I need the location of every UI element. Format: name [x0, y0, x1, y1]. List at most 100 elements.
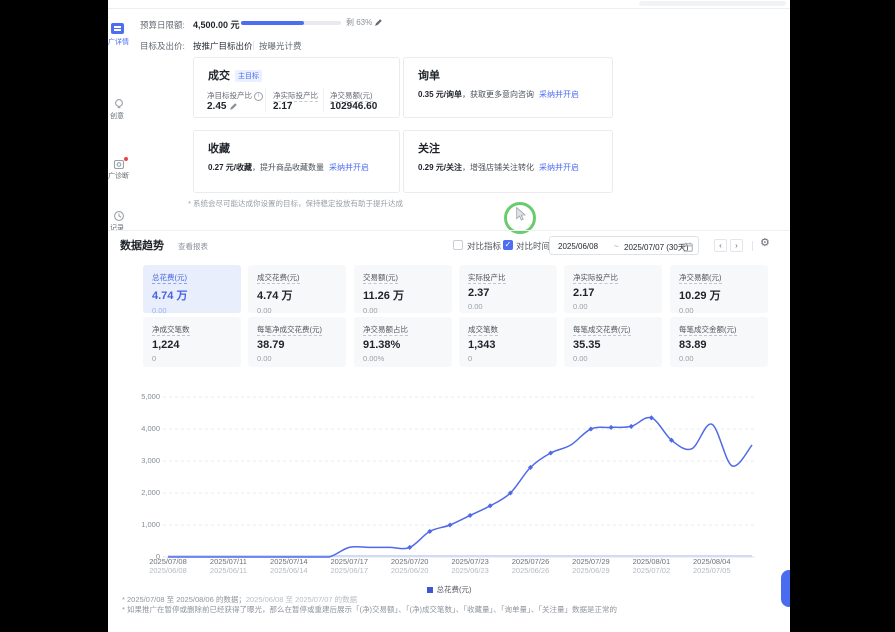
x-tick-label-compare: 2025/06/17 [317, 566, 381, 575]
x-tick-label-primary: 2025/07/29 [559, 557, 623, 566]
goal-card-title: 询单 [418, 67, 440, 83]
goal-card-inquiry: 询单 0.35 元/询单，获取更多意向咨询采纳并开启 [403, 57, 613, 118]
goal-note: * 系统会尽可能达成你设置的目标，保持稳定投放有助于提升达成 [188, 198, 403, 209]
legend-label: 总花费(元) [437, 585, 472, 594]
metric-card-orders[interactable]: 成交笔数1,3430 [459, 317, 557, 367]
y-tick-label: 4,000 [110, 424, 160, 433]
goal-card-favorite: 收藏 0.27 元/收藏，提升商品收藏数量采纳并开启 [193, 130, 400, 193]
bid-option-exposure[interactable]: 按曝光计费 [259, 40, 302, 52]
metric-card-net-gmv[interactable]: 净交易额(元)10.29 万0.00 [670, 265, 768, 313]
x-tick-label-compare: 2025/06/23 [438, 566, 502, 575]
date-start: 2025/06/08 [558, 242, 598, 251]
data-point-marker [609, 425, 614, 430]
data-point-marker [629, 424, 634, 429]
metric-card-net-gmv-ratio[interactable]: 净交易额占比91.38%0.00% [354, 317, 452, 367]
legend-marker [427, 587, 433, 593]
x-tick-label-primary: 2025/07/23 [438, 557, 502, 566]
sidebar-item-label: 记录 [110, 223, 124, 233]
prev-period-button[interactable]: ‹ [714, 239, 727, 252]
sidebar-item-history[interactable]: 记录 [108, 104, 138, 130]
data-point-marker [508, 490, 513, 495]
stat-divider [265, 88, 266, 112]
goal-card-title: 成交主目标 [208, 67, 262, 83]
data-point-marker [468, 513, 473, 518]
goal-card-deal: 成交主目标 净目标投产比i 2.45 净实际投产比 2.17 净交易额(元) 1… [193, 57, 400, 118]
data-point-marker [548, 450, 553, 455]
data-point-marker [669, 438, 674, 443]
x-tick-label-primary: 2025/07/08 [136, 557, 200, 566]
metric-card-deal-cost[interactable]: 成交花费(元)4.74 万0.00 [248, 265, 346, 313]
history-icon [113, 210, 125, 222]
metric-card-net-orders[interactable]: 净成交笔数1,2240 [143, 317, 241, 367]
next-period-button[interactable]: › [730, 239, 743, 252]
metric-card-actual-roi[interactable]: 实际投产比2.370.00 [459, 265, 557, 313]
x-tick-label-compare: 2025/07/05 [680, 566, 744, 575]
floating-side-button[interactable] [781, 570, 790, 607]
stat-divider [323, 88, 324, 112]
data-point-marker [528, 465, 533, 470]
date-separator: ~ [614, 242, 619, 251]
date-end: 2025/07/07 (30天) [624, 242, 689, 253]
budget-label: 预算日限额: [140, 19, 185, 31]
budget-progress-bar [241, 21, 341, 25]
y-tick-label: 3,000 [110, 456, 160, 465]
goal-card-title: 收藏 [208, 140, 230, 156]
sidebar-item-detail[interactable]: 广详情 [108, 10, 138, 36]
date-range-input[interactable]: 2025/06/08 ~ 2025/07/07 (30天) [549, 236, 699, 255]
budget-remaining: 剩 63% [346, 17, 383, 28]
metric-card-net-actual-roi[interactable]: 净实际投产比2.170.00 [564, 265, 662, 313]
calendar-icon [683, 242, 693, 252]
detail-icon [111, 23, 124, 34]
view-report-link[interactable]: 查看报表 [178, 241, 208, 252]
metric-card-amount-per-order[interactable]: 每笔成交金额(元)83.890.00 [670, 317, 768, 367]
budget-value: 4,500.00 元 [193, 18, 240, 31]
edit-pencil-icon[interactable] [374, 18, 383, 27]
adopt-enable-link[interactable]: 采纳并开启 [539, 163, 579, 172]
sidebar-item-diagnosis[interactable]: 广诊断 [108, 78, 138, 104]
sidebar-item-creative[interactable]: 创意 [108, 48, 138, 74]
adopt-enable-link[interactable]: 采纳并开启 [539, 90, 579, 99]
footnote-disclaimer: * 如果推广在暂停或删除前已经获得了曝光，那么在暂停或重建后展示「(净)交易额」… [122, 604, 617, 615]
x-tick-label-compare: 2025/06/11 [196, 566, 260, 575]
info-icon[interactable]: i [254, 92, 263, 101]
topbar-divider [108, 8, 790, 9]
metric-card-cost-per-order[interactable]: 每笔成交花费(元)35.350.00 [564, 317, 662, 367]
x-tick-label-primary: 2025/07/17 [317, 557, 381, 566]
goal-card-desc: 0.35 元/询单，获取更多意向咨询采纳并开启 [418, 89, 579, 100]
compare-metric-label[interactable]: 对比指标 [467, 240, 501, 252]
x-tick-label-compare: 2025/06/26 [499, 566, 563, 575]
bid-option-target[interactable]: 按推广目标出价 [193, 40, 253, 52]
toolbar-pill [639, 1, 786, 6]
toolbar-divider [752, 241, 753, 251]
compare-time-label[interactable]: 对比时间 [516, 240, 550, 252]
gear-icon[interactable]: ⚙ [760, 236, 770, 249]
compare-time-checkbox[interactable]: ✓ [503, 240, 513, 250]
x-tick-label-compare: 2025/07/02 [619, 566, 683, 575]
x-tick-label-primary: 2025/07/11 [196, 557, 260, 566]
x-tick-label-compare: 2025/06/08 [136, 566, 200, 575]
metric-card-gmv[interactable]: 交易额(元)11.26 万0.00 [354, 265, 452, 313]
trend-section-title: 数据趋势 [120, 237, 164, 253]
adopt-enable-link[interactable]: 采纳并开启 [329, 163, 369, 172]
x-tick-label-primary: 2025/08/04 [680, 557, 744, 566]
x-tick-label-compare: 2025/06/20 [378, 566, 442, 575]
x-tick-label-primary: 2025/07/26 [499, 557, 563, 566]
x-tick-label-compare: 2025/06/29 [559, 566, 623, 575]
goal-card-follow: 关注 0.29 元/关注，增强店铺关注转化采纳并开启 [403, 130, 613, 193]
data-point-marker [447, 522, 452, 527]
edit-pencil-icon[interactable] [229, 102, 238, 111]
data-point-marker [588, 426, 593, 431]
compare-metric-checkbox[interactable] [453, 240, 463, 250]
notification-dot [124, 157, 128, 161]
y-tick-label: 1,000 [110, 520, 160, 529]
data-point-marker [407, 545, 412, 550]
y-tick-label: 5,000 [110, 392, 160, 401]
section-divider [108, 230, 790, 231]
metric-card-cost-per-net-order[interactable]: 每笔净成交花费(元)38.790.00 [248, 317, 346, 367]
budget-progress-fill [241, 21, 304, 25]
main-series-line [168, 417, 752, 557]
x-tick-label-primary: 2025/07/14 [257, 557, 321, 566]
metric-card-total-cost[interactable]: 总花费(元)4.74 万0.00 [143, 265, 241, 313]
trend-line-chart [163, 391, 759, 563]
x-tick-label-compare: 2025/06/14 [257, 566, 321, 575]
